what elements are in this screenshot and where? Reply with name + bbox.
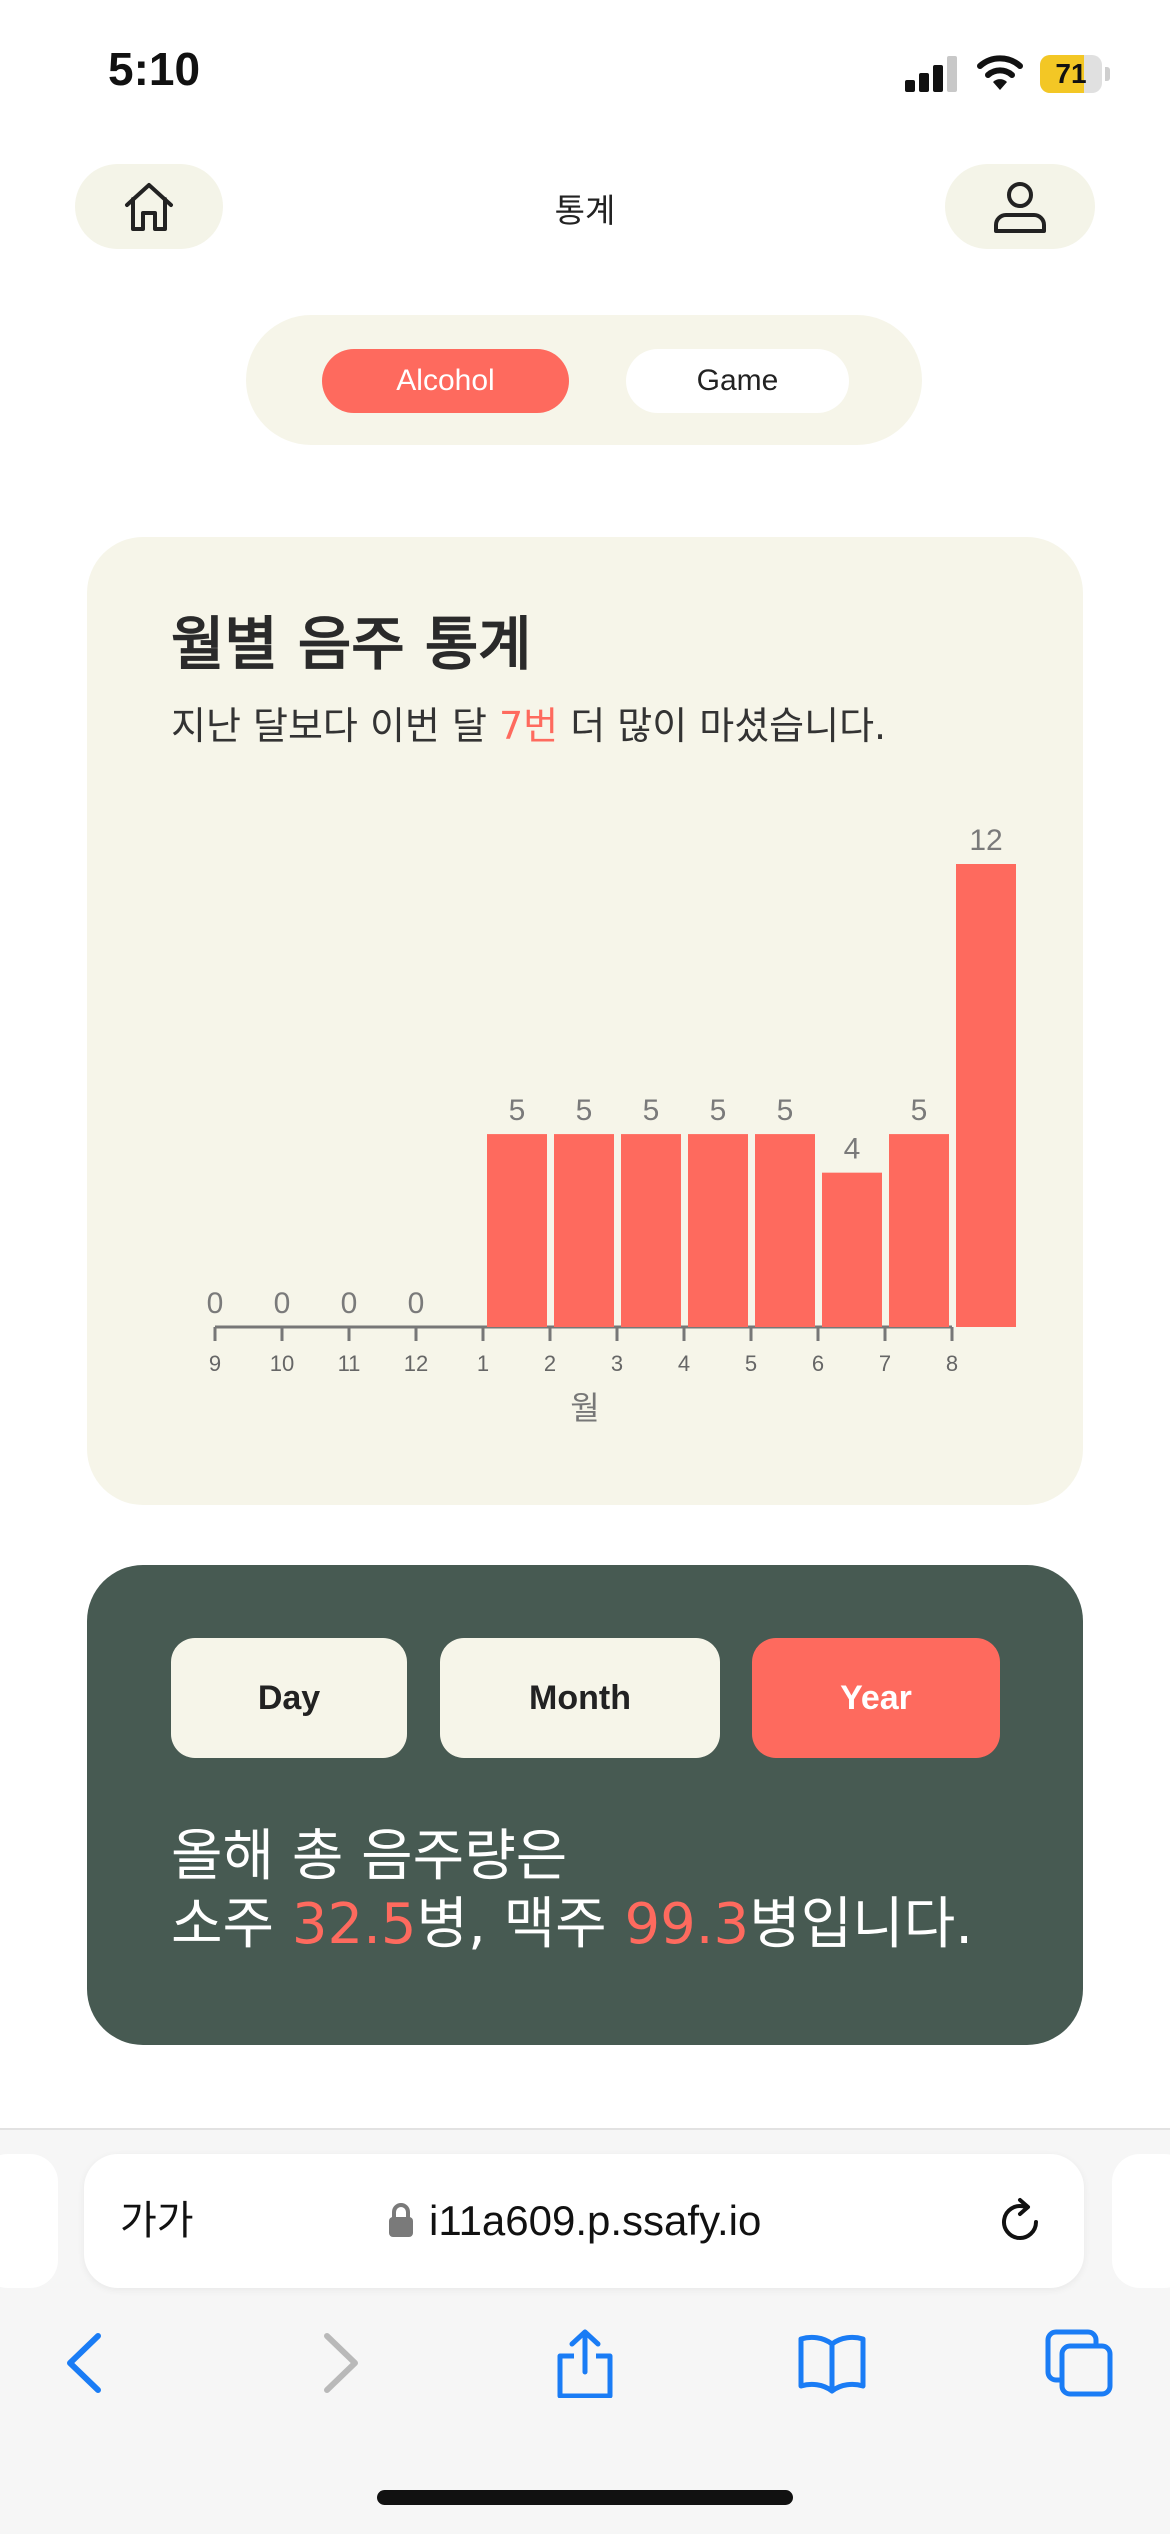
bar-4 xyxy=(688,1134,748,1327)
x-axis-label: 월 xyxy=(570,1389,599,1427)
status-time: 5:10 xyxy=(108,43,201,95)
tab-game[interactable]: Game xyxy=(626,349,849,413)
data-label-1: 5 xyxy=(509,1094,526,1127)
x-tick-label-9: 9 xyxy=(209,1351,221,1376)
period-year-button[interactable]: Year xyxy=(752,1638,1000,1758)
soju-label: 소주 xyxy=(171,1892,292,1957)
home-indicator xyxy=(377,2490,793,2505)
period-day-button[interactable]: Day xyxy=(171,1638,407,1758)
summary-text: 올해 총 음주량은 소주 32.5병, 맥주 99.3병입니다. xyxy=(171,1823,973,1959)
reload-icon[interactable] xyxy=(994,2196,1046,2248)
x-tick-label-6: 6 xyxy=(812,1351,824,1376)
data-label-4: 5 xyxy=(710,1094,727,1127)
forward-icon[interactable] xyxy=(303,2328,373,2398)
summary-card: Day Month Year 올해 총 음주량은 소주 32.5병, 맥주 99… xyxy=(87,1565,1083,2045)
data-label-5: 5 xyxy=(777,1094,794,1127)
data-label-11: 0 xyxy=(341,1287,358,1320)
share-icon[interactable] xyxy=(550,2328,620,2398)
wifi-icon xyxy=(976,52,1024,92)
x-tick-label-2: 2 xyxy=(544,1351,556,1376)
battery-percent: 71 xyxy=(1055,58,1087,89)
monthly-bar-chart: 0 9 0 10 0 11 0 12 5 1 5 2 5 3 5 4 5 5 4 6 5 7 12 8 월 xyxy=(207,824,1016,1427)
x-tick-label-1: 1 xyxy=(477,1351,489,1376)
x-tick-label-8: 8 xyxy=(946,1351,958,1376)
beer-value: 99.3 xyxy=(624,1892,750,1957)
category-toggle: Alcohol Game xyxy=(246,315,922,445)
battery-indicator: 71 xyxy=(1040,55,1110,93)
data-label-7: 5 xyxy=(911,1094,928,1127)
back-icon[interactable] xyxy=(52,2328,122,2398)
data-label-12: 0 xyxy=(408,1287,425,1320)
url-text[interactable]: i11a609.p.ssafy.io xyxy=(429,2154,761,2288)
x-tick-label-11: 11 xyxy=(338,1351,361,1376)
bar-2 xyxy=(554,1134,614,1327)
x-tick-label-5: 5 xyxy=(745,1351,757,1376)
bar-6 xyxy=(822,1172,882,1327)
x-tick-label-3: 3 xyxy=(611,1351,623,1376)
profile-button[interactable] xyxy=(945,164,1095,249)
summary-line-1: 올해 총 음주량은 xyxy=(171,1824,568,1889)
summary-line-2: 소주 32.5병, 맥주 99.3병입니다. xyxy=(171,1891,973,1959)
data-label-2: 5 xyxy=(576,1094,593,1127)
x-tick-label-4: 4 xyxy=(678,1351,690,1376)
tabs-icon[interactable] xyxy=(1044,2328,1114,2398)
lock-icon xyxy=(389,2203,413,2237)
bookmarks-icon[interactable] xyxy=(797,2328,867,2398)
x-tick-label-7: 7 xyxy=(879,1351,891,1376)
bar-5 xyxy=(755,1134,815,1327)
address-bar[interactable]: 가가 i11a609.p.ssafy.io xyxy=(84,2154,1084,2288)
user-icon xyxy=(994,181,1046,233)
soju-unit: 병, 맥주 xyxy=(416,1892,625,1957)
data-label-9: 0 xyxy=(207,1287,224,1320)
next-tab-preview[interactable] xyxy=(1112,2154,1170,2288)
x-tick-label-12: 12 xyxy=(404,1351,428,1376)
beer-unit: 병입니다. xyxy=(749,1892,974,1957)
monthly-stats-card: 월별 음주 통계 지난 달보다 이번 달 7번 더 많이 마셨습니다. 0901… xyxy=(87,537,1083,1505)
bar-1 xyxy=(487,1134,547,1327)
x-tick-label-10: 10 xyxy=(270,1351,294,1376)
cellular-signal-icon xyxy=(905,56,957,92)
data-label-10: 0 xyxy=(274,1287,291,1320)
text-size-button[interactable]: 가가 xyxy=(120,2154,194,2288)
data-label-6: 4 xyxy=(844,1133,861,1166)
bar-7 xyxy=(889,1134,949,1327)
bar-8 xyxy=(956,864,1016,1327)
data-label-8: 12 xyxy=(969,824,1002,857)
tab-alcohol[interactable]: Alcohol xyxy=(322,349,569,413)
bar-3 xyxy=(621,1134,681,1327)
soju-value: 32.5 xyxy=(291,1892,417,1957)
data-label-3: 5 xyxy=(643,1094,660,1127)
period-month-button[interactable]: Month xyxy=(440,1638,720,1758)
previous-tab-preview[interactable] xyxy=(0,2154,58,2288)
